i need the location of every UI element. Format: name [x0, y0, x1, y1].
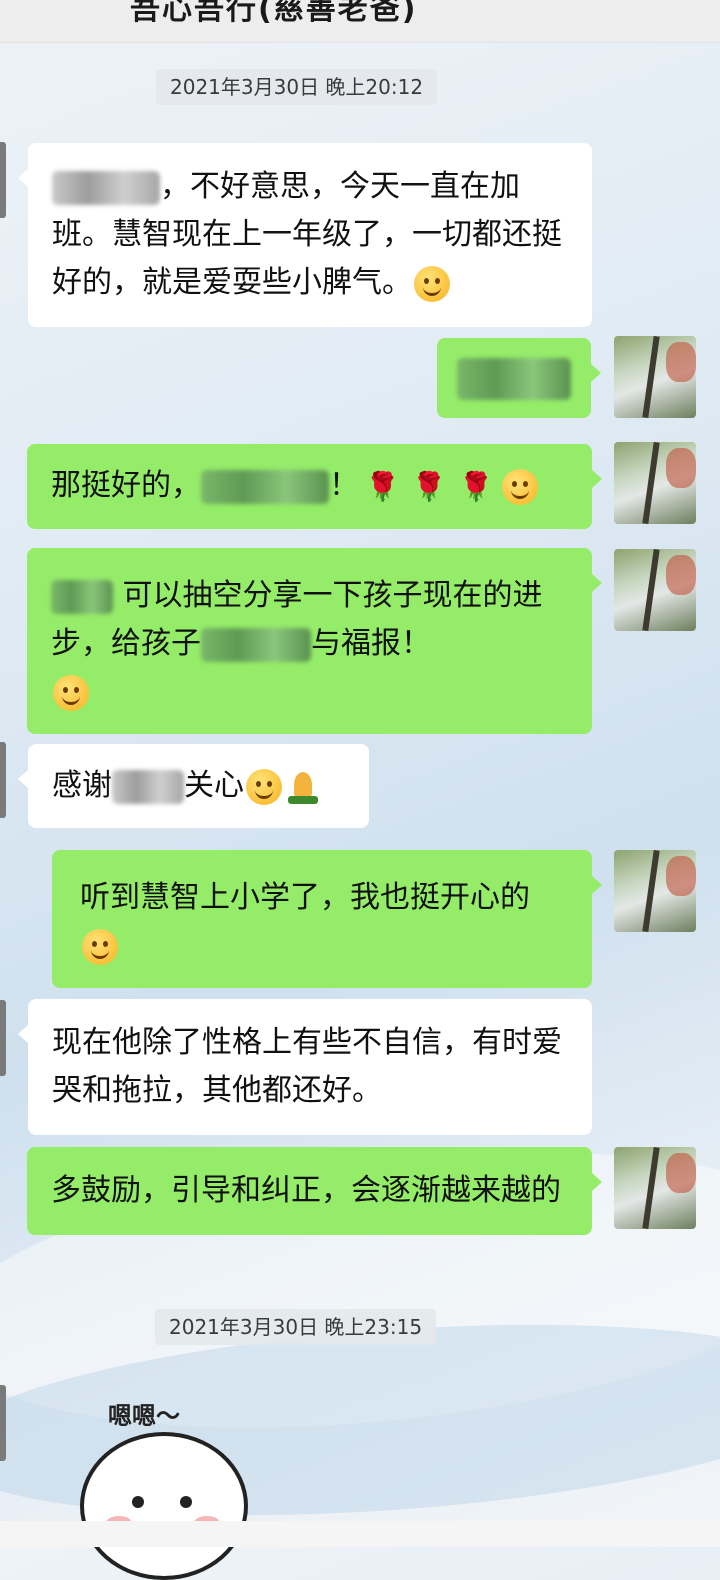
message-text: ！ [329, 468, 359, 503]
message-bubble[interactable]: 多鼓励，引导和纠正，会逐渐越来越的 [27, 1147, 602, 1235]
sticker-caption: 嗯嗯～ [108, 1402, 180, 1430]
smile-emoji-icon [82, 928, 118, 965]
rose-emoji-icon: 🌹 [458, 469, 494, 503]
message-bubble[interactable]: 听到慧智上小学了，我也挺开心的 [52, 850, 602, 988]
message-text: 与福报！ [311, 626, 431, 661]
own-avatar[interactable] [614, 442, 696, 524]
message-bubble[interactable]: 那挺好的，！ 🌹 🌹 🌹 [27, 444, 602, 529]
contact-avatar[interactable] [0, 1000, 6, 1076]
timestamp: 2021年3月30日 晚上23:15 [155, 1309, 437, 1345]
smile-emoji-icon [246, 768, 282, 805]
smile-emoji-icon [414, 265, 450, 302]
timestamp: 2021年3月30日 晚上20:12 [156, 69, 438, 105]
contact-avatar[interactable] [0, 142, 6, 218]
redacted-content [457, 357, 571, 400]
message-bubble[interactable] [437, 338, 601, 418]
redacted-name [112, 769, 184, 804]
message-text: 听到慧智上小学了，我也挺开心的 [80, 880, 530, 915]
rose-emoji-icon: 🌹 [365, 469, 400, 503]
message-bubble[interactable]: ，不好意思，今天一直在加班。慧智现在上一年级了，一切都还挺好的，就是爱耍些小脾气… [18, 143, 592, 327]
message-text: 感谢 [52, 768, 112, 803]
own-avatar[interactable] [614, 1147, 696, 1229]
sticker-face [80, 1432, 248, 1580]
input-bar [0, 1521, 720, 1547]
pray-emoji-icon [288, 770, 318, 804]
redacted-content [201, 627, 311, 662]
rose-emoji-icon: 🌹 [411, 469, 447, 503]
own-avatar[interactable] [614, 850, 696, 932]
smile-emoji-icon [501, 468, 538, 505]
contact-avatar[interactable] [0, 1385, 6, 1461]
smile-emoji-icon [53, 674, 89, 711]
message-text: 关心 [184, 768, 244, 803]
redacted-name [51, 579, 113, 614]
own-avatar[interactable] [614, 336, 696, 418]
chat-title: 吾心吾行(慈善老爸) [130, 0, 418, 27]
own-avatar[interactable] [614, 549, 696, 631]
message-bubble[interactable]: 感谢 关心 [18, 744, 369, 828]
message-text: 现在他除了性格上有些不自信，有时爱哭和拖拉，其他都还好。 [52, 1025, 562, 1108]
message-bubble[interactable]: 现在他除了性格上有些不自信，有时爱哭和拖拉，其他都还好。 [18, 999, 592, 1135]
contact-avatar[interactable] [0, 742, 6, 818]
chat-header: 吾心吾行(慈善老爸) [0, 0, 720, 43]
redacted-name [52, 170, 160, 205]
message-text: 那挺好的， [51, 468, 201, 503]
message-bubble[interactable]: 可以抽空分享一下孩子现在的进步，给孩子 与福报！ [27, 548, 602, 734]
message-text: 多鼓励，引导和纠正，会逐渐越来越的 [51, 1173, 561, 1208]
redacted-name [201, 469, 329, 504]
